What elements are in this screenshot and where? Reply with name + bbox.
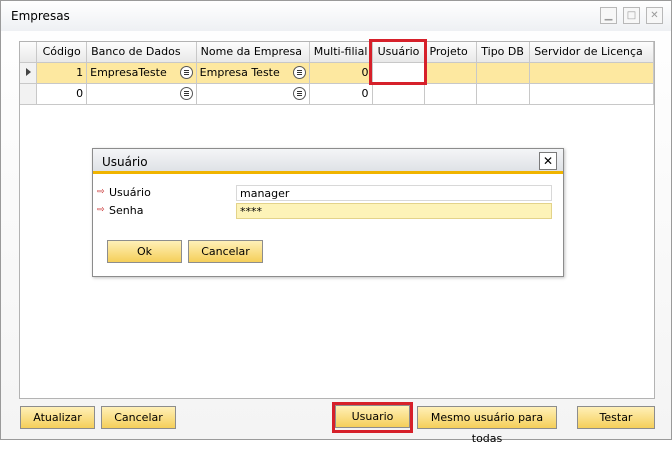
cell-multi-filial[interactable]: 0	[309, 62, 373, 84]
table-header-row: Código Banco de Dados Nome da Empresa Mu…	[20, 42, 654, 63]
cell-nome-da-empresa[interactable]	[196, 83, 310, 105]
cell-banco-de-dados[interactable]: EmpresaTeste	[86, 62, 197, 84]
column-header-multi-filial[interactable]: Multi-filial	[309, 42, 373, 63]
senha-input[interactable]: ****	[236, 203, 552, 219]
cell-banco-de-dados-text: EmpresaTeste	[90, 66, 167, 79]
empresas-window: Empresas ▁ □ ✕ Código Banco de Dados Nom…	[0, 0, 672, 445]
cell-projeto[interactable]	[424, 62, 478, 84]
column-header-nome-da-empresa[interactable]: Nome da Empresa	[196, 42, 310, 63]
column-header-banco-de-dados[interactable]: Banco de Dados	[86, 42, 197, 63]
cell-nome-da-empresa-text: Empresa Teste	[199, 66, 280, 79]
cancel-button[interactable]: Cancelar	[101, 406, 176, 429]
usuario-button[interactable]: Usuario	[335, 405, 410, 428]
cell-tipo-db[interactable]	[476, 62, 531, 84]
senha-label: Senha	[109, 204, 144, 217]
cell-banco-de-dados[interactable]	[86, 83, 197, 105]
cell-usuario[interactable]	[372, 62, 426, 84]
dialog-title: Usuário	[102, 155, 148, 169]
list-choose-icon[interactable]	[179, 66, 193, 79]
cell-servidor-de-licenca[interactable]	[529, 62, 654, 84]
row-selector[interactable]	[20, 83, 38, 105]
column-header-servidor-de-licenca[interactable]: Servidor de Licença	[529, 42, 654, 63]
row-selector[interactable]	[20, 62, 38, 84]
cell-codigo[interactable]: 1	[36, 62, 88, 84]
dialog-title-bar: Usuário ✕	[93, 149, 563, 174]
usuario-label: Usuário	[109, 186, 151, 199]
cell-usuario[interactable]	[372, 83, 426, 105]
close-button[interactable]: ✕	[646, 7, 663, 24]
ok-button[interactable]: Ok	[107, 240, 182, 263]
column-header-tipo-db[interactable]: Tipo DB	[476, 42, 531, 63]
usuario-input[interactable]: manager	[236, 185, 552, 201]
dialog-cancel-button[interactable]: Cancelar	[188, 240, 263, 263]
column-header-codigo[interactable]: Código	[36, 42, 88, 63]
cell-servidor-de-licenca[interactable]	[529, 83, 654, 105]
maximize-button[interactable]: □	[623, 7, 640, 24]
list-choose-icon[interactable]	[179, 87, 193, 100]
dialog-close-icon[interactable]: ✕	[539, 152, 557, 170]
usuario-field-row: ⇨ Usuário manager	[95, 185, 561, 201]
list-choose-icon[interactable]	[292, 66, 306, 79]
row-header-corner	[20, 42, 38, 63]
mesmo-usuario-para-todas-button[interactable]: Mesmo usuário para todas	[417, 406, 557, 445]
testar-button[interactable]: Testar	[577, 406, 655, 429]
window-title: Empresas	[11, 9, 70, 23]
table-row[interactable]: 1 EmpresaTeste Empresa Teste 0	[20, 62, 654, 84]
cell-tipo-db[interactable]	[476, 83, 531, 105]
senha-field-row: ⇨ Senha ****	[95, 203, 561, 219]
link-arrow-icon: ⇨	[97, 205, 105, 215]
usuario-dialog: Usuário ✕ ⇨ Usuário manager ⇨ Senha ****…	[92, 148, 564, 277]
row-pointer-icon	[25, 68, 31, 76]
minimize-button[interactable]: ▁	[600, 7, 617, 24]
empresas-table: Código Banco de Dados Nome da Empresa Mu…	[20, 42, 654, 105]
column-header-usuario[interactable]: Usuário	[372, 42, 426, 63]
column-header-projeto[interactable]: Projeto	[424, 42, 478, 63]
cell-projeto[interactable]	[424, 83, 478, 105]
list-choose-icon[interactable]	[292, 87, 306, 100]
cell-multi-filial[interactable]: 0	[309, 83, 373, 105]
title-bar: Empresas ▁ □ ✕	[1, 1, 671, 31]
cell-nome-da-empresa[interactable]: Empresa Teste	[196, 62, 310, 84]
cell-codigo[interactable]: 0	[36, 83, 88, 105]
table-row[interactable]: 0 0	[20, 83, 654, 105]
atualizar-button[interactable]: Atualizar	[20, 406, 95, 429]
link-arrow-icon: ⇨	[97, 187, 105, 197]
